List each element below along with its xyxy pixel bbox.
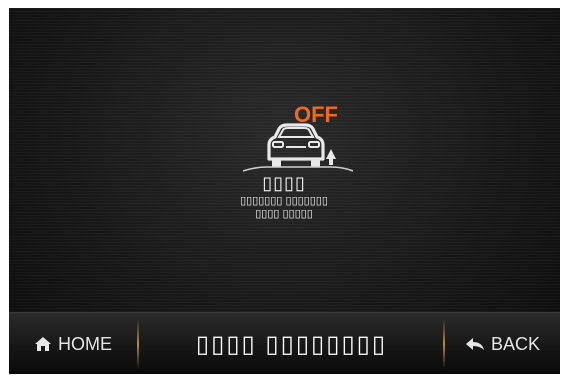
- bottom-bar: HOME ▯▯▯▯ ▯▯▯▯▯▯▯▯ BACK: [9, 312, 560, 374]
- screen: OFF ▯▯▯▯ ▯▯▯▯▯▯▯ ▯▯▯▯▯▯▯ ▯▯▯▯ ▯▯▯▯▯ HOME…: [9, 8, 560, 374]
- back-label: BACK: [490, 333, 541, 354]
- status-description: ▯▯▯▯▯▯▯ ▯▯▯▯▯▯▯ ▯▯▯▯ ▯▯▯▯▯: [240, 195, 328, 220]
- home-icon: [34, 336, 52, 352]
- home-label: HOME: [58, 333, 112, 354]
- back-arrow-icon: [465, 337, 485, 351]
- home-button[interactable]: HOME: [9, 313, 137, 374]
- status-title: ▯▯▯▯: [262, 173, 306, 193]
- back-button[interactable]: BACK: [445, 313, 560, 374]
- divider-left: [137, 319, 139, 369]
- bar-title: ▯▯▯▯ ▯▯▯▯▯▯▯▯: [195, 330, 388, 358]
- status-block: OFF ▯▯▯▯ ▯▯▯▯▯▯▯ ▯▯▯▯▯▯▯ ▯▯▯▯ ▯▯▯▯▯: [9, 103, 560, 233]
- lane-assist-car-icon: [243, 123, 353, 172]
